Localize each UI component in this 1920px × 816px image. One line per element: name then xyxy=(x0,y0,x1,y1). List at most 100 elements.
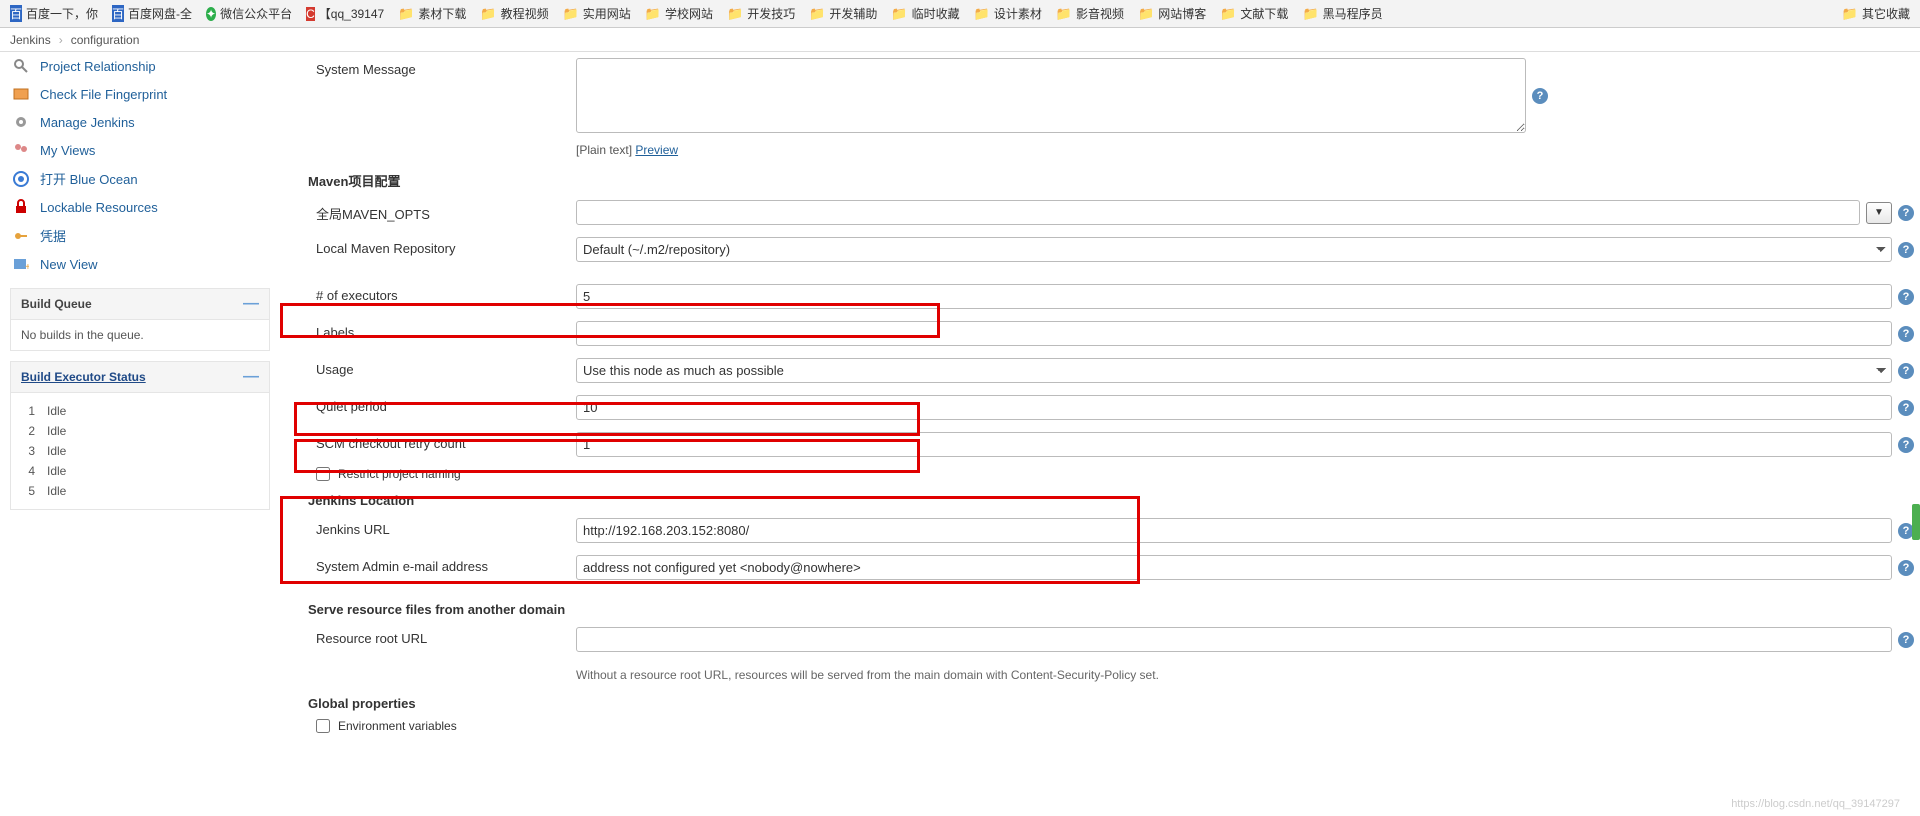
sidebar-item-manage[interactable]: Manage Jenkins xyxy=(10,108,270,136)
admin-email-label: System Admin e-mail address xyxy=(308,555,576,574)
folder-icon: 📁 xyxy=(1138,6,1154,22)
main-form: System Message ? [Plain text] Preview Ma… xyxy=(280,52,1920,757)
sidebar-item-blueocean[interactable]: 打开 Blue Ocean xyxy=(10,164,270,193)
executor-body: 1Idle 2Idle 3Idle 4Idle 5Idle xyxy=(10,393,270,510)
bookmark-folder-9[interactable]: 📁影音视频 xyxy=(1052,5,1128,22)
quiet-period-input[interactable] xyxy=(576,395,1892,420)
collapse-icon[interactable]: — xyxy=(243,368,259,386)
maven-section-title: Maven项目配置 xyxy=(308,163,1914,194)
executor-row: 5Idle xyxy=(21,481,259,501)
folder-icon: 📁 xyxy=(1302,6,1318,22)
resource-url-label: Resource root URL xyxy=(308,627,576,646)
bookmark-folder-7[interactable]: 📁临时收藏 xyxy=(887,5,963,22)
folder-icon: 📁 xyxy=(1220,6,1236,22)
key-icon xyxy=(12,227,30,245)
env-vars-label: Environment variables xyxy=(338,719,457,733)
folder-icon: 📁 xyxy=(398,6,414,22)
labels-label: Labels xyxy=(308,321,576,340)
folder-icon: 📁 xyxy=(563,6,579,22)
expand-button[interactable]: ▼ xyxy=(1866,202,1892,224)
bookmark-folder-8[interactable]: 📁设计素材 xyxy=(970,5,1046,22)
bookmark-folder-2[interactable]: 📁教程视频 xyxy=(476,5,552,22)
plain-text-info: [Plain text] Preview xyxy=(576,143,678,157)
bookmark-folder-5[interactable]: 📁开发技巧 xyxy=(723,5,799,22)
help-icon[interactable]: ? xyxy=(1532,88,1548,104)
bookmark-folder-1[interactable]: 📁素材下载 xyxy=(394,5,470,22)
env-vars-checkbox[interactable] xyxy=(316,719,330,733)
collapse-icon[interactable]: — xyxy=(243,295,259,313)
sidebar-item-lockable[interactable]: Lockable Resources xyxy=(10,193,270,221)
sidebar-item-newview[interactable]: + New View xyxy=(10,250,270,278)
help-icon[interactable]: ? xyxy=(1898,289,1914,305)
executor-title-link[interactable]: Build Executor Status xyxy=(21,370,146,384)
bookmark-folder-6[interactable]: 📁开发辅助 xyxy=(805,5,881,22)
folder-icon: 📁 xyxy=(809,6,825,22)
system-message-textarea[interactable] xyxy=(576,58,1526,133)
local-repo-label: Local Maven Repository xyxy=(308,237,576,256)
executor-row: 4Idle xyxy=(21,461,259,481)
help-icon[interactable]: ? xyxy=(1898,400,1914,416)
sidebar-item-fingerprint[interactable]: Check File Fingerprint xyxy=(10,80,270,108)
sidebar-item-relationship[interactable]: Project Relationship xyxy=(10,52,270,80)
plus-icon: + xyxy=(12,255,30,273)
location-section-title: Jenkins Location xyxy=(308,485,1914,512)
help-icon[interactable]: ? xyxy=(1898,632,1914,648)
executors-input[interactable] xyxy=(576,284,1892,309)
gear-icon xyxy=(12,113,30,131)
restrict-naming-checkbox[interactable] xyxy=(316,467,330,481)
preview-link[interactable]: Preview xyxy=(635,143,678,157)
scm-retry-input[interactable] xyxy=(576,432,1892,457)
help-icon[interactable]: ? xyxy=(1898,363,1914,379)
bookmark-wechat[interactable]: ✦微信公众平台 xyxy=(202,5,296,22)
help-icon[interactable]: ? xyxy=(1898,205,1914,221)
watermark: https://blog.csdn.net/qq_39147297 xyxy=(1731,798,1900,810)
resource-hint: Without a resource root URL, resources w… xyxy=(576,664,1159,682)
bookmark-folder-10[interactable]: 📁网站博客 xyxy=(1134,5,1210,22)
labels-input[interactable] xyxy=(576,321,1892,346)
people-icon xyxy=(12,141,30,159)
local-repo-select[interactable]: Default (~/.m2/repository) xyxy=(576,237,1892,262)
bookmark-folder-4[interactable]: 📁学校网站 xyxy=(641,5,717,22)
folder-icon: 📁 xyxy=(974,6,990,22)
search-icon xyxy=(12,57,30,75)
help-icon[interactable]: ? xyxy=(1898,326,1914,342)
breadcrumb-current[interactable]: configuration xyxy=(71,33,140,47)
chevron-right-icon: › xyxy=(59,33,63,47)
jenkins-url-input[interactable] xyxy=(576,518,1892,543)
build-queue-header: Build Queue — xyxy=(10,288,270,320)
system-message-label: System Message xyxy=(308,58,576,77)
sidebar-item-credentials[interactable]: 凭据 xyxy=(10,221,270,250)
bookmark-other[interactable]: 📁其它收藏 xyxy=(1838,5,1914,22)
resource-url-input[interactable] xyxy=(576,627,1892,652)
jenkins-url-label: Jenkins URL xyxy=(308,518,576,537)
folder-icon: 📁 xyxy=(891,6,907,22)
folder-icon: 📁 xyxy=(1842,6,1858,22)
help-icon[interactable]: ? xyxy=(1898,437,1914,453)
breadcrumb-root[interactable]: Jenkins xyxy=(10,33,51,47)
blueocean-icon xyxy=(12,170,30,188)
lock-icon xyxy=(12,198,30,216)
bookmark-baidu-pan[interactable]: 百百度网盘-全 xyxy=(108,5,196,22)
bookmark-folder-11[interactable]: 📁文献下载 xyxy=(1216,5,1292,22)
serve-section-title: Serve resource files from another domain xyxy=(308,586,1914,621)
help-icon[interactable]: ? xyxy=(1898,560,1914,576)
admin-email-input[interactable] xyxy=(576,555,1892,580)
bookmark-csdn[interactable]: C【qq_39147 xyxy=(302,5,388,22)
quiet-period-label: Quiet period xyxy=(308,395,576,414)
executor-row: 2Idle xyxy=(21,421,259,441)
usage-label: Usage xyxy=(308,358,576,377)
restrict-naming-label: Restrict project naming xyxy=(338,467,461,481)
bookmark-folder-12[interactable]: 📁黑马程序员 xyxy=(1298,5,1386,22)
bookmark-folder-3[interactable]: 📁实用网站 xyxy=(559,5,635,22)
folder-icon: 📁 xyxy=(480,6,496,22)
usage-select[interactable]: Use this node as much as possible xyxy=(576,358,1892,383)
help-icon[interactable]: ? xyxy=(1898,242,1914,258)
scm-retry-label: SCM checkout retry count xyxy=(308,432,576,451)
global-section-title: Global properties xyxy=(308,688,1914,715)
svg-text:+: + xyxy=(25,262,29,272)
sidebar-item-myviews[interactable]: My Views xyxy=(10,136,270,164)
maven-opts-input[interactable] xyxy=(576,200,1860,225)
maven-opts-label: 全局MAVEN_OPTS xyxy=(308,200,576,223)
breadcrumb: Jenkins › configuration xyxy=(0,28,1920,52)
bookmark-baidu[interactable]: 百百度一下，你 xyxy=(6,5,102,22)
